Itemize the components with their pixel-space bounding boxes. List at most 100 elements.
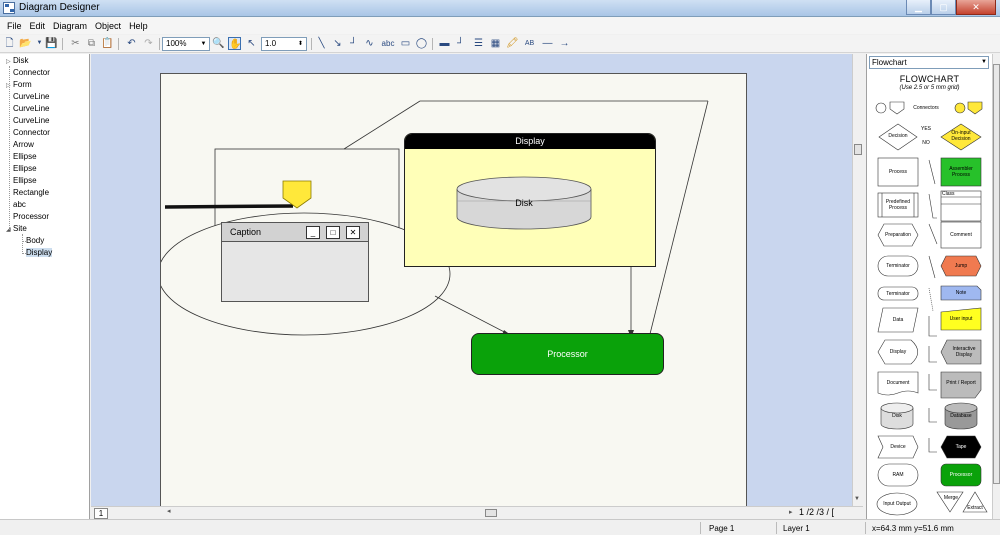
tree-item-curveline[interactable]: CurveLine [13,104,49,114]
palette-data[interactable]: Data [878,308,918,332]
caption-minimize-icon: _ [306,226,320,239]
tree-item-ellipse[interactable]: Ellipse [13,152,37,162]
paste-icon[interactable]: 📋 [101,37,114,50]
palette-extract[interactable]: Extract [963,504,987,512]
palette-class[interactable]: Class [941,191,961,197]
tree-item-arrow[interactable]: Arrow [13,140,34,150]
palette-selected: Flowchart [872,58,907,67]
menu-file[interactable]: File [3,21,26,31]
tree-item-connector[interactable]: Connector [13,128,50,138]
menu-object[interactable]: Object [91,21,125,31]
menu-help[interactable]: Help [125,21,152,31]
display-shape[interactable]: Display Disk [404,133,656,267]
sheet-tab[interactable]: 1 [94,508,108,519]
palette-user-input[interactable]: User input [941,308,981,330]
curve-tool-icon[interactable]: ∿ [363,37,376,50]
menu-diagram[interactable]: Diagram [49,21,91,31]
hand-tool-icon[interactable]: ✋ [228,37,241,50]
palette-process[interactable]: Process [878,158,918,186]
diagram-canvas[interactable]: Display Disk Caption _ □ ✕ Processor [91,54,863,506]
pointer-tool-icon[interactable]: ↖ [245,37,258,50]
palette-database[interactable]: Database [945,412,977,420]
diagram-page[interactable]: Display Disk Caption _ □ ✕ Processor [160,73,747,506]
rectangle-tool-icon[interactable]: ▭ [399,37,412,50]
palette-note[interactable]: Note [941,286,981,300]
group-icon[interactable]: ▦ [489,37,502,50]
palette-document[interactable]: Document [878,372,918,394]
canvas-vertical-scrollbar[interactable]: ▼ [852,54,863,506]
tree-item-display[interactable]: Display [26,248,53,258]
palette-print-report[interactable]: Print / Report [941,372,981,394]
zoom-icon[interactable]: 🔍 [212,37,225,50]
tree-item-rectangle[interactable]: Rectangle [13,188,49,198]
palette-comment[interactable]: Comment [941,222,981,248]
zoom-value: 100% [166,39,187,48]
palette-processor[interactable]: Processor [941,464,981,486]
line-width-stepper[interactable]: 1.0 ⬍ [261,37,307,51]
palette-jump[interactable]: Jump [941,256,981,276]
page-tabs-label: 1 /2 /3 / [799,507,830,517]
canvas-horizontal-scrollbar[interactable]: 1 ◂ ▸ 1 /2 /3 / [ [91,506,863,519]
zoom-select[interactable]: 100% ▼ [162,37,210,51]
menu-edit[interactable]: Edit [26,21,50,31]
cut-icon[interactable]: ✂ [69,37,82,50]
palette-preparation[interactable]: Preparation [878,224,918,246]
line-tool-icon[interactable]: ╲ [315,37,328,50]
palette-predefined-process[interactable]: Predefined Process [882,193,914,217]
undo-icon[interactable]: ↶ [125,37,138,50]
fill-color-icon[interactable]: 🖍 [506,37,519,50]
palette-terminator-2[interactable]: Terminator [878,287,918,300]
tree-item-text[interactable]: abc [13,200,26,210]
palette-terminator[interactable]: Terminator [878,256,918,276]
status-layer: Layer 1 [783,524,810,533]
tree-item-curveline[interactable]: CurveLine [13,116,49,126]
window-title: Diagram Designer [19,2,100,13]
palette-scrollbar[interactable] [992,54,1000,519]
redo-icon[interactable]: ↷ [142,37,155,50]
palette-on-input-decision[interactable]: On-input Decision [947,128,975,144]
title-bar: Diagram Designer ▁ ▢ ✕ [0,0,1000,17]
page-tabs[interactable]: 1 /2 /3 / [ [799,507,834,517]
tree-item-processor[interactable]: Processor [13,212,49,222]
caption-title: Caption [230,227,262,237]
page-tab-end: [ [831,507,835,517]
maximize-button[interactable]: ▢ [931,0,956,15]
processor-shape[interactable]: Processor [471,333,664,375]
palette-no-label: NO [922,140,930,146]
connector-tool-icon[interactable]: ┘ [347,37,360,50]
palette-disk[interactable]: Disk [881,412,913,420]
save-icon[interactable]: 💾 [45,37,58,50]
line-end-icon[interactable]: — [541,37,554,50]
line-corner-icon[interactable]: ┘ [454,37,467,50]
palette-device[interactable]: Device [883,436,913,458]
tree-item-body[interactable]: Body [26,236,44,246]
caption-form-shape[interactable]: Caption _ □ ✕ [221,222,369,302]
palette-connectors[interactable]: Connectors [911,104,941,112]
tree-item-curveline[interactable]: CurveLine [13,92,49,102]
palette-display[interactable]: Display [878,340,918,364]
text-style-icon[interactable]: AB [523,37,536,50]
palette-decision[interactable]: Decision [882,132,914,140]
palette-interactive-display[interactable]: Interactive Display [947,340,981,364]
tree-item-connector[interactable]: Connector [13,68,50,78]
arrow-end-icon[interactable]: → [558,37,571,50]
text-tool-icon[interactable]: abc [379,37,397,50]
open-folder-icon[interactable]: 📂 [19,37,32,50]
new-file-icon[interactable]: 🗋 [3,37,16,50]
palette-ram[interactable]: RAM [878,464,918,486]
disk-shape[interactable] [405,149,656,267]
line-style-icon[interactable]: ▬ [438,37,451,50]
align-icon[interactable]: ☰ [472,37,485,50]
copy-icon[interactable]: ⧉ [85,37,98,50]
palette-select[interactable]: Flowchart ▼ [869,56,989,69]
arrow-line-tool-icon[interactable]: ↘ [331,37,344,50]
palette-assembler-process[interactable]: Assembler Process [941,158,981,186]
palette-tape[interactable]: Tape [947,436,975,458]
tree-item-ellipse[interactable]: Ellipse [13,176,37,186]
palette-merge[interactable]: Merge [941,494,961,502]
palette-input-output[interactable]: Input Output [881,496,913,512]
minimize-button[interactable]: ▁ [906,0,931,15]
ellipse-tool-icon[interactable]: ◯ [415,37,428,50]
tree-item-ellipse[interactable]: Ellipse [13,164,37,174]
close-button[interactable]: ✕ [956,0,996,15]
